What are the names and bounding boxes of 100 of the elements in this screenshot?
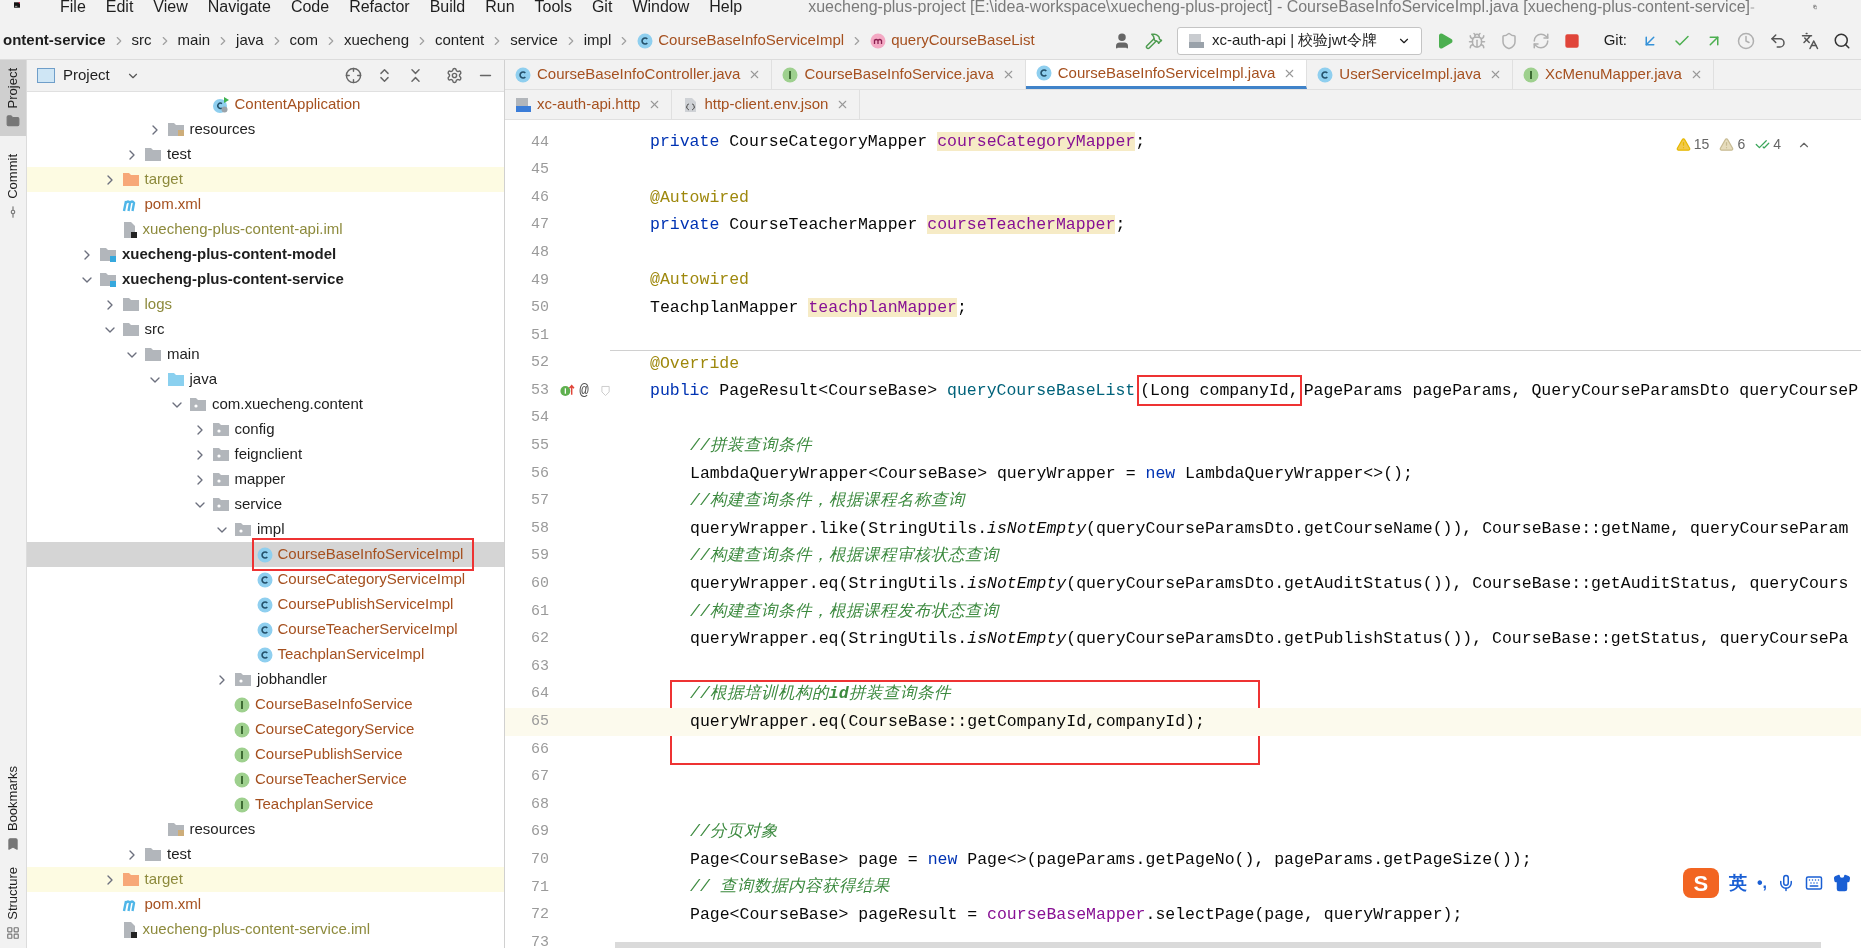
search-icon[interactable] (1833, 31, 1851, 50)
breadcrumb-item[interactable]: com (286, 29, 321, 52)
rollback-icon[interactable] (1769, 31, 1787, 50)
tree-item[interactable]: pom.xml (27, 892, 504, 917)
breadcrumb-item[interactable]: service (507, 29, 561, 52)
tree-item[interactable]: CourseTeacherServiceImpl (27, 617, 504, 642)
line-number: 67 (530, 767, 550, 788)
breadcrumb-item[interactable]: main (174, 29, 214, 52)
tree-item[interactable]: feignclient (27, 442, 504, 467)
breadcrumb-item[interactable]: impl (580, 29, 615, 52)
gutter-mark[interactable]: @ (579, 379, 589, 404)
breadcrumb-item[interactable]: src (128, 29, 155, 52)
microphone-icon[interactable] (1777, 874, 1795, 892)
folder-icon (166, 372, 185, 387)
tree-item[interactable]: TeachplanServiceImpl (27, 642, 504, 667)
editor-tab[interactable]: xc-auth-api.http (505, 90, 673, 119)
interface-icon (782, 66, 799, 83)
tree-item[interactable]: ContentApplication (27, 92, 504, 117)
menu-item[interactable]: Build (419, 0, 476, 14)
editor-tab[interactable]: http-client.env.json (672, 90, 861, 119)
menu-item[interactable]: Tools (524, 0, 582, 14)
tree-item[interactable]: resources (27, 117, 504, 142)
tree-item[interactable]: CoursePublishServiceImpl (27, 592, 504, 617)
tree-item[interactable]: impl (27, 517, 504, 542)
line-number: 68 (530, 794, 550, 815)
ime-mode[interactable]: 英 (1728, 869, 1747, 897)
editor-tab[interactable]: CourseBaseInfoServiceImpl.java (1025, 60, 1308, 89)
side-tab[interactable]: Commit (0, 146, 26, 228)
editor-tab[interactable]: CourseBaseInfoController.java (505, 60, 773, 89)
tree-item[interactable]: xuecheng-plus-content-model (27, 242, 504, 267)
tree-item[interactable]: test (27, 842, 504, 867)
tree-item[interactable]: main (27, 342, 504, 367)
inspection-count[interactable]: 15 (1675, 134, 1710, 155)
menu-item[interactable]: Run (475, 0, 525, 14)
tree-item[interactable]: com.xuecheng.content (27, 392, 504, 417)
settings-icon[interactable] (446, 67, 463, 84)
tree-item[interactable]: jobhandler (27, 667, 504, 692)
skin-icon[interactable] (1833, 874, 1851, 892)
tree-item[interactable]: java (27, 367, 504, 392)
line-number: 66 (530, 739, 550, 760)
breadcrumb-item[interactable]: ontent-service (0, 29, 109, 52)
breadcrumb-item[interactable]: queryCourseBaseList (867, 29, 1038, 52)
locate-icon[interactable] (345, 67, 362, 84)
tree-item[interactable]: pom.xml (27, 192, 504, 217)
tree-item[interactable]: resources (27, 817, 504, 842)
keyboard-icon[interactable] (1805, 874, 1823, 892)
tree-item[interactable]: target (27, 867, 504, 892)
inspection-count[interactable]: 4 (1755, 134, 1781, 155)
tree-item[interactable]: xuecheng-plus-content-service (27, 267, 504, 292)
tree-item[interactable]: test (27, 142, 504, 167)
menu-item[interactable]: File (50, 0, 96, 14)
tree-item[interactable]: config (27, 417, 504, 442)
folder-icon (121, 297, 140, 312)
editor-tab[interactable]: UserServiceImpl.java (1307, 60, 1514, 89)
tree-item[interactable]: mapper (27, 467, 504, 492)
breadcrumb-item[interactable]: xuecheng (340, 29, 412, 52)
menu-item[interactable]: View (143, 0, 198, 14)
tree-item[interactable]: CourseCategoryService (27, 717, 504, 742)
menu-item[interactable]: Navigate (197, 0, 281, 14)
side-tab[interactable]: Project (0, 60, 26, 137)
tree-item[interactable]: src (27, 317, 504, 342)
menu-item[interactable]: Help (699, 0, 753, 14)
run-config-dropdown[interactable]: xc-auth-api | 校验jwt令牌 (1176, 26, 1422, 55)
tree-item[interactable]: service (27, 492, 504, 517)
line-number: 51 (530, 325, 550, 346)
line-number: 45 (530, 160, 550, 181)
tree-item[interactable]: target (27, 167, 504, 192)
menu-item[interactable]: Git (581, 0, 623, 14)
folder-icon (6, 114, 20, 129)
class-icon (256, 546, 273, 563)
editor-tab[interactable]: CourseBaseInfoService.java (772, 60, 1026, 89)
code-line: LambdaQueryWrapper<CourseBase> queryWrapper = new LambdaQueryWrapper<>(); (689, 462, 1413, 485)
side-tab[interactable]: Bookmarks (0, 758, 26, 860)
tree-item[interactable]: xuecheng-plus-content-service.iml (27, 917, 504, 942)
tree-item[interactable]: CoursePublishService (27, 742, 504, 767)
breadcrumb-item[interactable]: CourseBaseInfoServiceImpl (634, 29, 848, 52)
tree-item[interactable]: CourseBaseInfoService (27, 692, 504, 717)
menu-item[interactable]: Refactor (339, 0, 420, 14)
breadcrumb-item[interactable]: java (233, 29, 267, 52)
inspection-count[interactable]: 6 (1719, 134, 1746, 155)
tree-item[interactable]: CourseCategoryServiceImpl (27, 567, 504, 592)
tree-item[interactable]: CourseTeacherService (27, 767, 504, 792)
line-number: 69 (530, 822, 550, 843)
menu-item[interactable]: Code (280, 0, 340, 14)
api-file-icon (1187, 32, 1204, 49)
breadcrumb-item[interactable]: content (432, 29, 488, 52)
code-line: private CourseTeacherMapper courseTeacherMapper; (649, 214, 1126, 237)
stop-icon[interactable] (1563, 32, 1580, 49)
menu-item[interactable]: Window (622, 0, 700, 14)
tree-item[interactable]: xuecheng-plus-content-api.iml (27, 217, 504, 242)
editor-tab[interactable]: XcMenuMapper.java (1513, 60, 1714, 89)
side-tab[interactable]: Structure (0, 859, 26, 948)
line-number: 54 (530, 408, 550, 429)
tree-item[interactable]: logs (27, 292, 504, 317)
panel-title[interactable]: Project (63, 64, 110, 87)
ime-punctuation[interactable]: •, (1756, 871, 1767, 895)
menu-item[interactable]: Edit (95, 0, 144, 14)
build-icon[interactable] (1144, 31, 1163, 50)
tree-item[interactable]: TeachplanService (27, 792, 504, 817)
translate-icon[interactable] (1801, 31, 1819, 50)
